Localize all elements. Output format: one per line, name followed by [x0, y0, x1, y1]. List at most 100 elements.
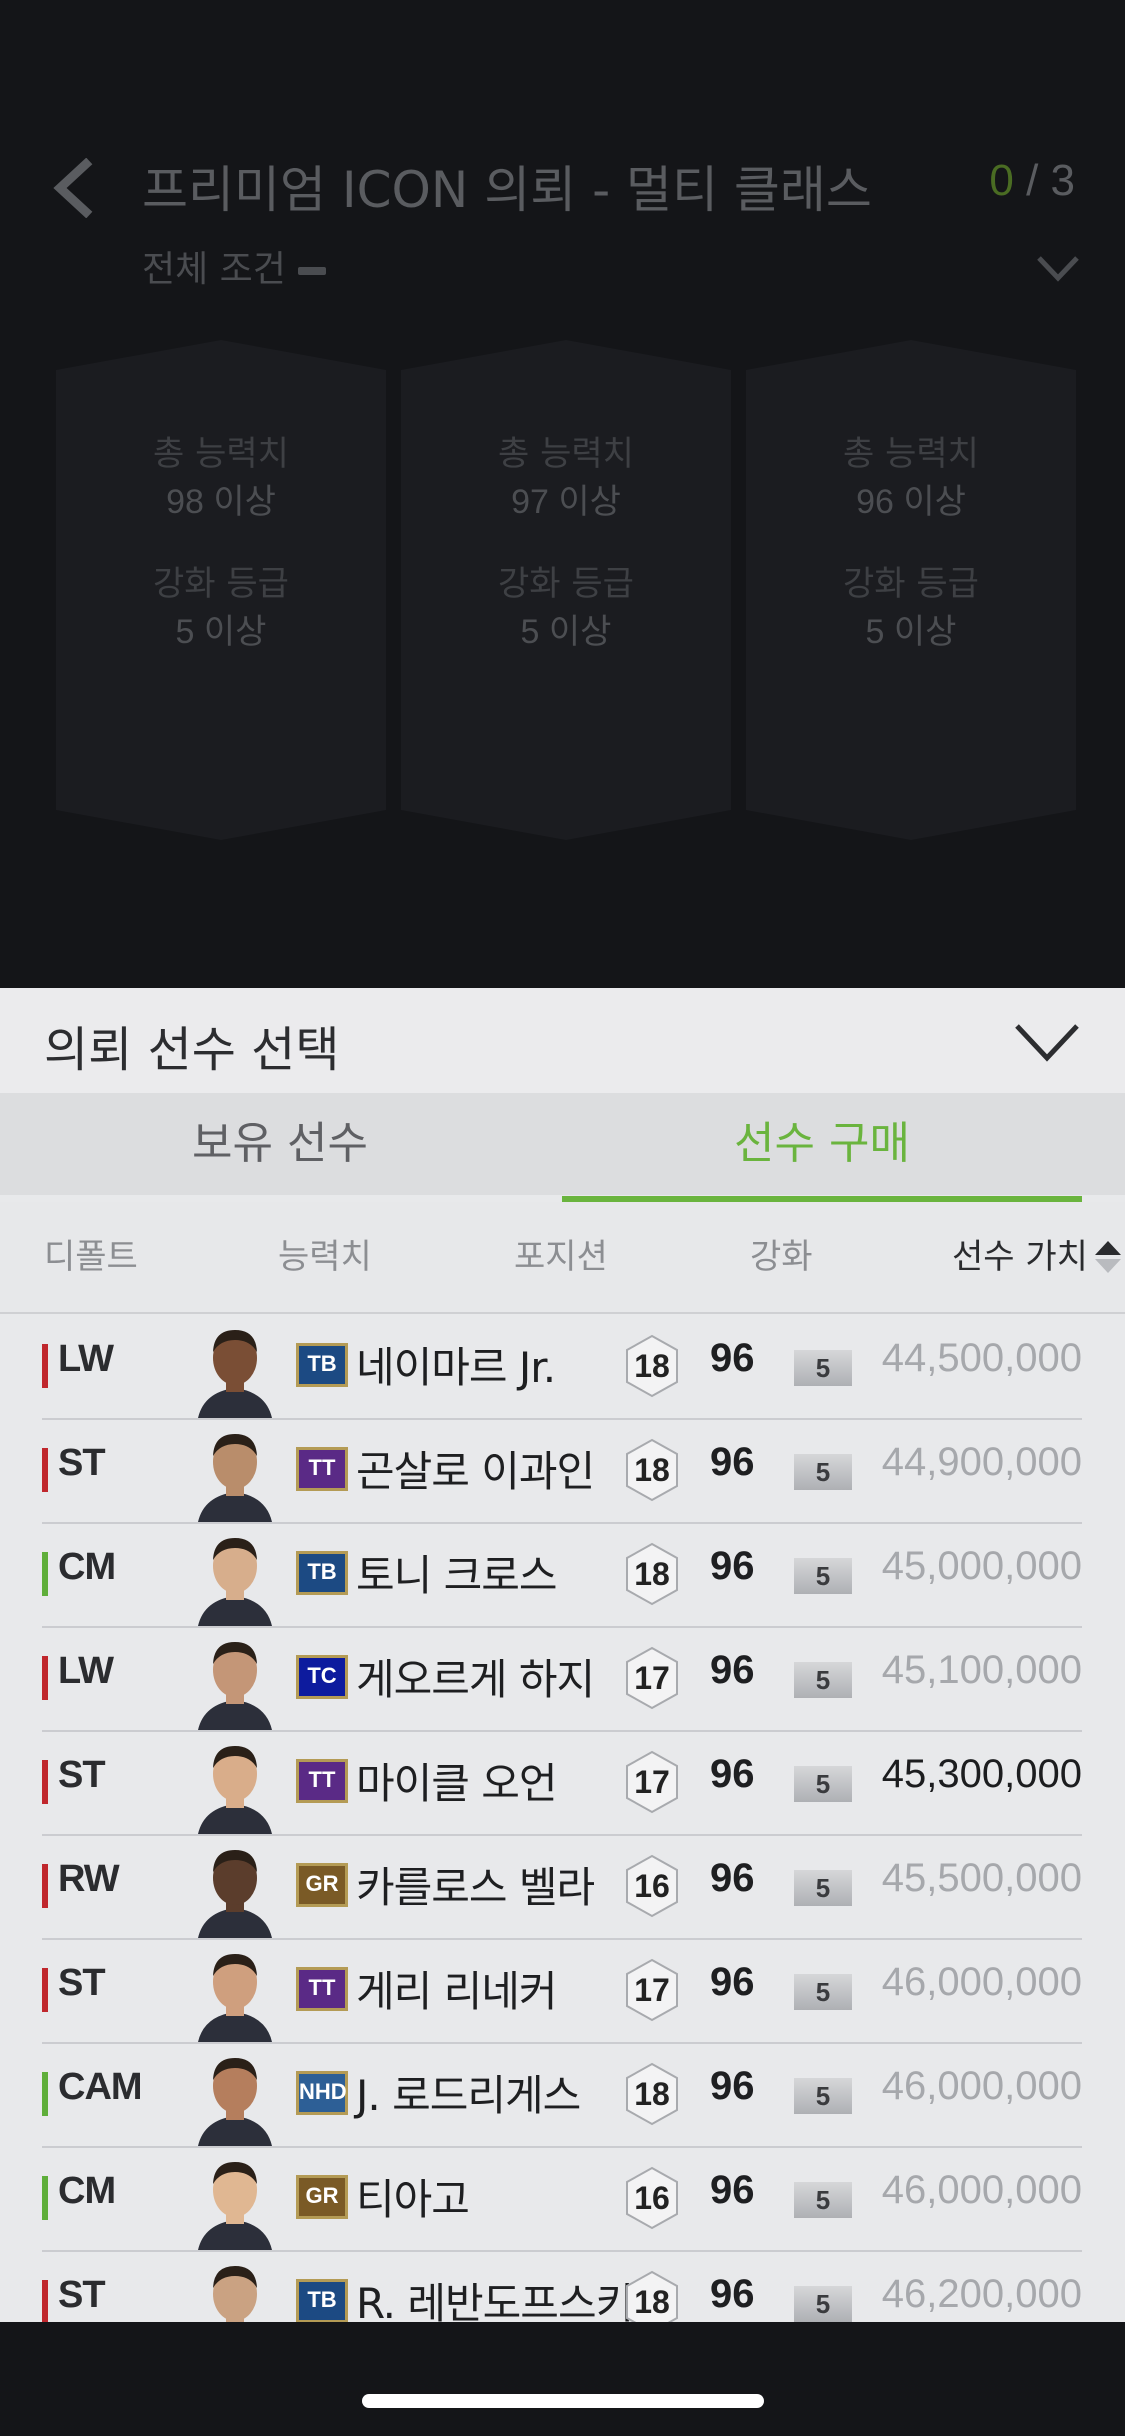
total-ability-value: 97 이상 [511, 483, 621, 521]
player-position: LW [58, 1338, 114, 1380]
enhance-grade-badge: 5 [794, 1662, 852, 1698]
player-name: 게리 리네커 [356, 1967, 558, 2016]
player-row[interactable]: ST TT 곤살로 이과인 18 96 5 44,900,000 [42, 1418, 1082, 1524]
player-stat: 96 [710, 2272, 755, 2316]
player-name: 카를로스 벨라 [356, 1863, 595, 1912]
player-row[interactable]: RW GR 카를로스 벨라 16 96 5 45,500,000 [42, 1834, 1082, 1940]
position-color-bar [42, 2280, 48, 2322]
player-photo-icon [194, 1840, 276, 1938]
player-photo-icon [194, 2256, 276, 2322]
enhance-grade-badge: 5 [794, 1974, 852, 2010]
enhance-grade-badge: 5 [794, 1870, 852, 1906]
player-position: ST [58, 1754, 106, 1796]
requirement-card[interactable]: 총 능력치 96 이상 강화 등급 5 이상 [746, 340, 1076, 840]
position-color-bar [42, 1448, 48, 1492]
player-row[interactable]: ST TB R. 레반도프스키 18 96 5 46,200,000 [42, 2250, 1082, 2322]
player-photo-icon [194, 1528, 276, 1626]
back-arrow-icon[interactable] [48, 158, 96, 218]
chevron-down-icon[interactable] [1033, 250, 1083, 286]
player-row[interactable]: ST TT 게리 리네커 17 96 5 46,000,000 [42, 1938, 1082, 2044]
overall-value: 17 [634, 1972, 670, 2008]
season-badge: NHD [296, 2071, 348, 2115]
collapse-chevron-icon[interactable] [1013, 1020, 1081, 1064]
enhance-grade-value: 5 [815, 1353, 831, 1383]
player-position: CM [58, 1546, 116, 1588]
sort-player-value[interactable]: 선수 가치 [952, 1202, 1088, 1312]
player-position: CAM [58, 2066, 143, 2108]
player-photo-icon [194, 1632, 276, 1730]
home-indicator-area [0, 2322, 1125, 2436]
all-conditions-label[interactable]: 전체 조건 [142, 240, 326, 292]
player-row[interactable]: LW TB 네이마르 Jr. 18 96 5 44,500,000 [42, 1314, 1082, 1420]
player-position: ST [58, 1962, 106, 2004]
position-color-bar [42, 1552, 48, 1596]
enhance-grade-value: 5 [815, 2081, 831, 2111]
player-row[interactable]: CAM NHD J. 로드리게스 18 96 5 46,000,000 [42, 2042, 1082, 2148]
player-value: 45,100,000 [881, 1648, 1082, 1692]
sort-enhance[interactable]: 강화 [750, 1202, 813, 1312]
home-indicator[interactable] [362, 2394, 764, 2408]
season-label: TT [308, 1767, 336, 1792]
requirement-cards: 총 능력치 98 이상 강화 등급 5 이상 총 능력치 97 이상 강화 등급 5 이상 … [56, 340, 1076, 840]
sheet-title: 의뢰 선수 선택 [44, 1022, 340, 1078]
overall-badge: 17 [624, 1750, 680, 1814]
player-stat: 96 [710, 1440, 755, 1484]
total-ability-value: 98 이상 [166, 483, 276, 521]
player-row[interactable]: CM GR 티아고 16 96 5 46,000,000 [42, 2146, 1082, 2252]
request-overview: 프리미엄 ICON 의뢰 - 멀티 클래스 0 / 3 전체 조건 총 능력치 9… [0, 0, 1125, 988]
page-title: 프리미엄 ICON 의뢰 - 멀티 클래스 [142, 161, 872, 219]
player-name: J. 로드리게스 [356, 2071, 581, 2120]
sort-ability[interactable]: 능력치 [278, 1202, 372, 1312]
enhance-grade-badge: 5 [794, 1454, 852, 1490]
overall-value: 16 [634, 1868, 670, 1904]
season-badge: GR [296, 1863, 348, 1907]
player-row[interactable]: CM TB 토니 크로스 18 96 5 45,000,000 [42, 1522, 1082, 1628]
enhance-grade-value: 5 [815, 1561, 831, 1591]
season-label: NHD [299, 2079, 347, 2104]
subtitle-text: 전체 조건 [142, 249, 286, 290]
column-header: 디폴트 능력치 포지션 강화 선수 가치 [0, 1202, 1125, 1314]
sheet-header: 의뢰 선수 선택 [0, 988, 1125, 1093]
sort-position[interactable]: 포지션 [514, 1202, 608, 1312]
enhance-grade-label: 강화 등급 [153, 564, 289, 604]
enhance-grade-value: 5 [815, 1457, 831, 1487]
enhance-grade-badge: 5 [794, 1350, 852, 1386]
position-color-bar [42, 2072, 48, 2116]
player-stat: 96 [710, 1648, 755, 1692]
overall-badge: 18 [624, 2062, 680, 2126]
total-ability-value: 96 이상 [856, 483, 966, 521]
season-badge: TB [296, 1551, 348, 1595]
requirement-card[interactable]: 총 능력치 98 이상 강화 등급 5 이상 [56, 340, 386, 840]
position-color-bar [42, 1864, 48, 1908]
player-name: 티아고 [356, 2175, 470, 2224]
overall-badge: 17 [624, 1646, 680, 1710]
overall-value: 18 [634, 1556, 670, 1592]
enhance-grade-badge: 5 [794, 2078, 852, 2114]
player-stat: 96 [710, 2064, 755, 2108]
enhance-grade-badge: 5 [794, 2286, 852, 2322]
player-row[interactable]: LW TC 게오르게 하지 17 96 5 45,100,000 [42, 1626, 1082, 1732]
player-value: 45,000,000 [881, 1544, 1082, 1588]
tab-buy-players[interactable]: 선수 구매 [562, 1093, 1082, 1195]
position-color-bar [42, 1344, 48, 1388]
tab-owned-players[interactable]: 보유 선수 [0, 1093, 560, 1195]
player-value: 45,500,000 [881, 1856, 1082, 1900]
player-value: 46,000,000 [881, 2064, 1082, 2108]
position-color-bar [42, 1968, 48, 2012]
player-list[interactable]: LW TB 네이마르 Jr. 18 96 5 44,500,000 ST TT 곤살로 이과인 18… [0, 1314, 1125, 2322]
player-value: 45,300,000 [881, 1752, 1082, 1796]
sort-triangle-icon [1095, 1241, 1121, 1273]
enhance-grade-label: 강화 등급 [498, 564, 634, 604]
requirement-card[interactable]: 총 능력치 97 이상 강화 등급 5 이상 [401, 340, 731, 840]
position-color-bar [42, 2176, 48, 2220]
sort-default[interactable]: 디폴트 [44, 1202, 138, 1312]
player-position: ST [58, 2274, 106, 2316]
overall-badge: 16 [624, 1854, 680, 1918]
player-row[interactable]: ST TT 마이클 오언 17 96 5 45,300,000 [42, 1730, 1082, 1836]
overall-value: 18 [634, 2076, 670, 2112]
overall-badge: 18 [624, 1542, 680, 1606]
tab-bar: 보유 선수 선수 구매 [0, 1093, 1125, 1195]
player-photo-icon [194, 2048, 276, 2146]
enhance-grade-value: 5 [815, 1977, 831, 2007]
player-photo-icon [194, 1424, 276, 1522]
